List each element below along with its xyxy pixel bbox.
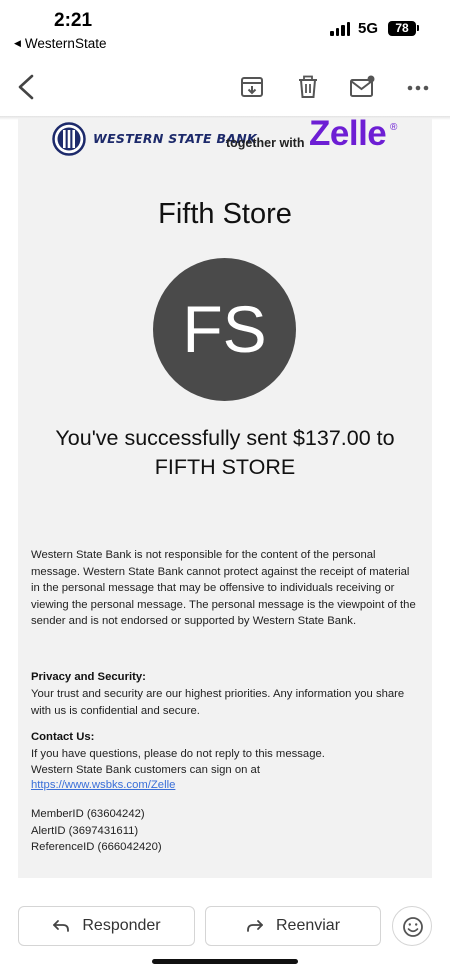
email-toolbar xyxy=(0,62,450,116)
forward-button[interactable]: Reenviar xyxy=(205,906,381,946)
zelle-signon-link[interactable]: https://www.wsbks.com/Zelle xyxy=(31,779,175,791)
network-type: 5G xyxy=(358,20,379,37)
privacy-title: Privacy and Security: xyxy=(31,671,146,683)
transaction-ids: MemberID (63604242) AlertID (3697431611)… xyxy=(31,806,162,856)
privacy-body: Your trust and security are our highest … xyxy=(31,688,405,717)
zelle-logo-text: Zelle xyxy=(309,114,387,153)
battery-icon: 78 xyxy=(388,21,416,36)
success-message-line-1: You've successfully sent $137.00 to xyxy=(55,426,395,450)
back-triangle-icon: ◀ xyxy=(14,38,21,48)
battery-tip xyxy=(417,25,419,31)
forward-button-label: Reenviar xyxy=(275,917,341,934)
more-horizontal-icon[interactable] xyxy=(405,74,431,100)
contact-line-2: Western State Bank customers can sign on… xyxy=(31,764,260,776)
cellular-signal-icon xyxy=(330,22,350,36)
together-with-text: together with xyxy=(226,136,305,150)
disclaimer-text: Western State Bank is not responsible fo… xyxy=(31,549,416,627)
zelle-registered-mark: ® xyxy=(390,122,398,133)
western-state-bank-logo-icon xyxy=(52,122,86,156)
success-message: You've successfully sent $137.00 to FIFT… xyxy=(18,424,432,482)
alert-id: AlertID (3697431611) xyxy=(31,824,139,837)
chevron-left-icon[interactable] xyxy=(14,72,38,102)
reply-button[interactable]: Responder xyxy=(18,906,195,946)
emoji-react-button[interactable] xyxy=(392,906,432,946)
member-id: MemberID (63604242) xyxy=(31,808,145,820)
back-to-app-link[interactable]: ◀ WesternState xyxy=(14,36,106,51)
archive-icon[interactable] xyxy=(239,74,265,100)
status-bar: 2:21 ◀ WesternState 5G 78 xyxy=(0,0,450,60)
payee-avatar: FS xyxy=(153,258,296,401)
reply-button-label: Responder xyxy=(82,917,161,934)
reply-arrow-icon xyxy=(53,920,70,932)
status-time: 2:21 xyxy=(54,10,93,31)
back-app-label: WesternState xyxy=(24,36,107,51)
home-indicator[interactable] xyxy=(152,959,298,964)
emoji-react-icon xyxy=(403,917,423,937)
forward-arrow-icon xyxy=(247,920,263,932)
payee-name-heading: Fifth Store xyxy=(158,198,292,230)
contact-line-1: If you have questions, please do not rep… xyxy=(31,748,325,760)
trash-icon[interactable] xyxy=(295,74,321,100)
success-message-line-2: FIFTH STORE xyxy=(154,455,296,479)
reference-id: ReferenceID (666042420) xyxy=(31,841,162,853)
contact-title: Contact Us: xyxy=(31,731,95,743)
mark-unread-icon[interactable] xyxy=(349,74,375,100)
